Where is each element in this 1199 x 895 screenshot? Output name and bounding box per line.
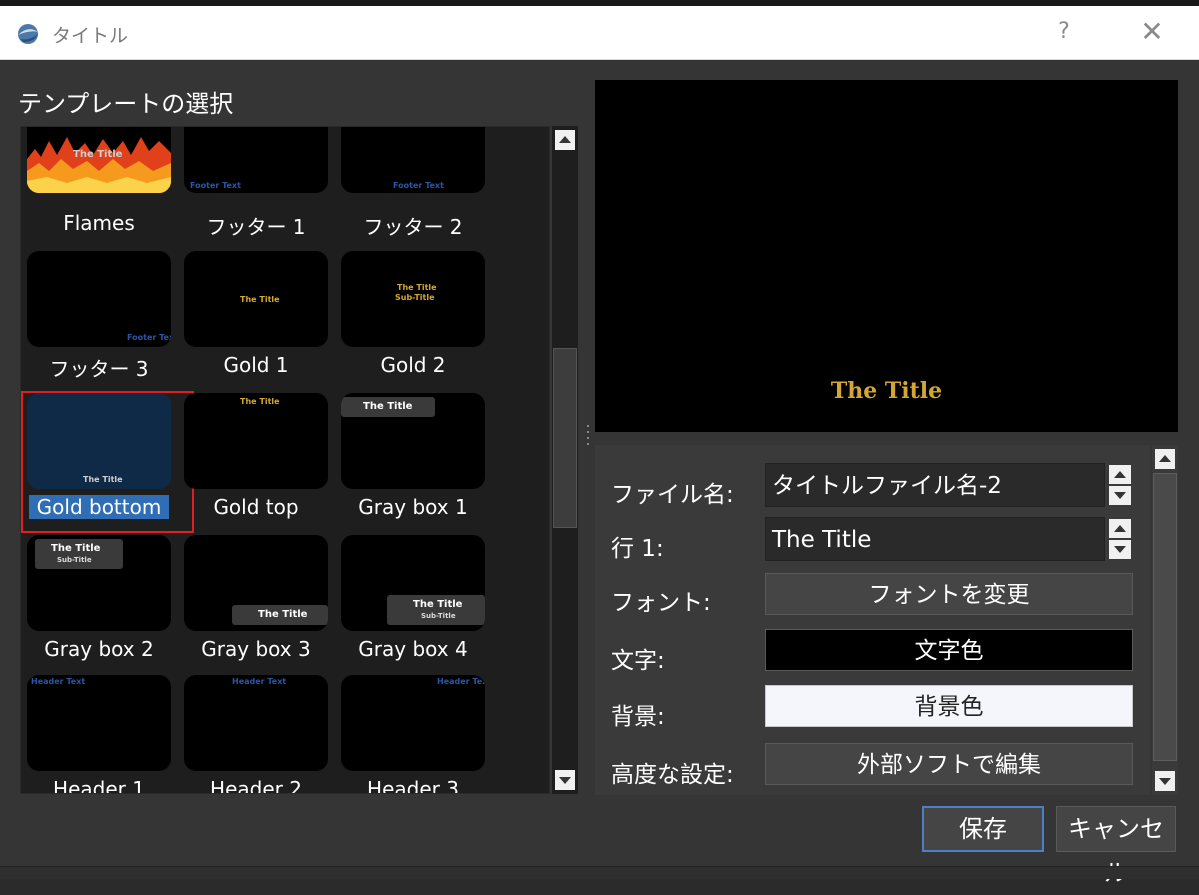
change-font-button[interactable]: フォントを変更 — [765, 573, 1133, 615]
template-thumbnail: Header Text — [27, 675, 171, 771]
template-tile-gold-top[interactable]: The Title Gold top — [178, 393, 328, 521]
template-heading: テンプレートの選択 — [18, 90, 234, 118]
template-thumbnail: The Title Sub-Title — [27, 535, 171, 631]
template-label: Gold top — [213, 495, 299, 519]
app-logo-icon — [18, 24, 38, 44]
template-thumbnail: The Title — [27, 127, 171, 193]
template-tile-gray-box-3[interactable]: The Title Gray box 3 — [178, 535, 328, 663]
bottom-strip — [0, 866, 1199, 879]
template-tile-header-2[interactable]: Header Text Header 2 — [178, 675, 328, 793]
template-label: Gray box 1 — [358, 495, 468, 519]
template-label: Gray box 3 — [201, 637, 311, 661]
spin-up-icon[interactable] — [1109, 465, 1131, 484]
template-label: Header 1 — [53, 777, 145, 794]
template-thumbnail: The Title — [184, 535, 328, 631]
template-thumbnail: The Title Sub-Title — [341, 535, 485, 631]
template-tile-gray-box-1[interactable]: The Title Gray box 1 — [335, 393, 485, 521]
template-tile-gold-2[interactable]: The Title Sub-Title Gold 2 — [335, 251, 485, 379]
template-thumbnail: Footer Text — [27, 251, 171, 347]
template-tile-header-1[interactable]: Header Text Header 1 — [21, 675, 171, 793]
template-label: Gold bottom — [29, 495, 169, 519]
template-tile-footer-1[interactable]: Footer Text フッター 1 — [178, 127, 328, 239]
template-label: フッター 3 — [49, 357, 149, 381]
template-list[interactable]: The Title Flames Footer Text フッター 1 Foot… — [20, 126, 550, 794]
window-title: タイトル — [52, 25, 129, 47]
background-color-button[interactable]: 背景色 — [765, 685, 1133, 727]
scroll-down-icon[interactable] — [555, 770, 575, 790]
template-label: Flames — [63, 211, 135, 235]
file-name-spinner[interactable] — [1107, 463, 1133, 507]
template-label: フッター 1 — [206, 215, 306, 239]
scroll-up-icon[interactable] — [555, 130, 575, 150]
template-tile-footer-3[interactable]: Footer Text フッター 3 — [21, 251, 171, 381]
template-label: Header 3 — [367, 777, 459, 794]
scrollbar-thumb[interactable] — [553, 348, 577, 528]
title-preview: The Title — [595, 80, 1178, 432]
template-label: Gray box 2 — [44, 637, 154, 661]
template-tile-gray-box-4[interactable]: The Title Sub-Title Gray box 4 — [335, 535, 485, 663]
spin-down-icon[interactable] — [1109, 540, 1131, 559]
template-tile-flames[interactable]: The Title Flames — [21, 127, 171, 235]
title-bar: タイトル ? ✕ — [0, 6, 1199, 60]
template-tile-gray-box-2[interactable]: The Title Sub-Title Gray box 2 — [21, 535, 171, 663]
font-label: フォント: — [611, 590, 711, 616]
template-thumbnail: Header Text — [341, 675, 485, 771]
template-thumbnail: The Title — [184, 393, 328, 489]
scroll-up-icon[interactable] — [1155, 449, 1175, 469]
template-thumbnail: Footer Text — [184, 127, 328, 193]
template-label: Header 2 — [210, 777, 302, 794]
help-button[interactable]: ? — [1040, 12, 1088, 52]
preview-title-text: The Title — [830, 378, 943, 404]
template-tile-gold-bottom[interactable]: The Title Gold bottom — [21, 393, 171, 521]
scroll-down-icon[interactable] — [1155, 771, 1175, 791]
spin-up-icon[interactable] — [1109, 519, 1131, 538]
template-thumbnail: The Title — [184, 251, 328, 347]
splitter-handle[interactable] — [586, 425, 590, 453]
template-list-scrollbar[interactable] — [552, 126, 578, 794]
template-thumbnail: The Title — [341, 393, 485, 489]
close-button[interactable]: ✕ — [1128, 12, 1176, 52]
cancel-button[interactable]: キャンセル — [1056, 806, 1176, 887]
line1-field[interactable]: The Title — [765, 517, 1105, 561]
scrollbar-thumb[interactable] — [1153, 473, 1177, 761]
template-thumbnail: The Title Sub-Title — [341, 251, 485, 347]
spin-down-icon[interactable] — [1109, 486, 1131, 505]
text-color-label: 文字: — [611, 648, 665, 674]
line1-spinner[interactable] — [1107, 517, 1133, 561]
template-label: Gold 1 — [223, 353, 289, 377]
template-tile-gold-1[interactable]: The Title Gold 1 — [178, 251, 328, 379]
file-name-field[interactable]: タイトルファイル名-2 — [765, 463, 1105, 507]
line1-label: 行 1: — [611, 536, 664, 562]
background-label: 背景: — [611, 704, 665, 730]
template-thumbnail: The Title — [27, 393, 171, 489]
title-dialog: タイトル ? ✕ テンプレートの選択 The Title Flames Foot… — [0, 0, 1199, 887]
edit-external-button[interactable]: 外部ソフトで編集 — [765, 743, 1133, 785]
advanced-label: 高度な設定: — [611, 762, 734, 788]
template-label: Gold 2 — [380, 353, 446, 377]
template-tile-footer-2[interactable]: Footer Text フッター 2 — [335, 127, 485, 239]
template-label: Gray box 4 — [358, 637, 468, 661]
template-tile-header-3[interactable]: Header Text Header 3 — [335, 675, 485, 793]
save-button[interactable]: 保存 — [922, 806, 1044, 852]
properties-scrollbar[interactable] — [1152, 445, 1178, 795]
file-name-label: ファイル名: — [611, 482, 734, 508]
text-color-button[interactable]: 文字色 — [765, 629, 1133, 671]
template-thumbnail: Footer Text — [341, 127, 485, 193]
properties-panel: ファイル名: タイトルファイル名-2 行 1: The Title フォント: … — [595, 445, 1150, 795]
template-thumbnail: Header Text — [184, 675, 328, 771]
template-label: フッター 2 — [363, 215, 463, 239]
